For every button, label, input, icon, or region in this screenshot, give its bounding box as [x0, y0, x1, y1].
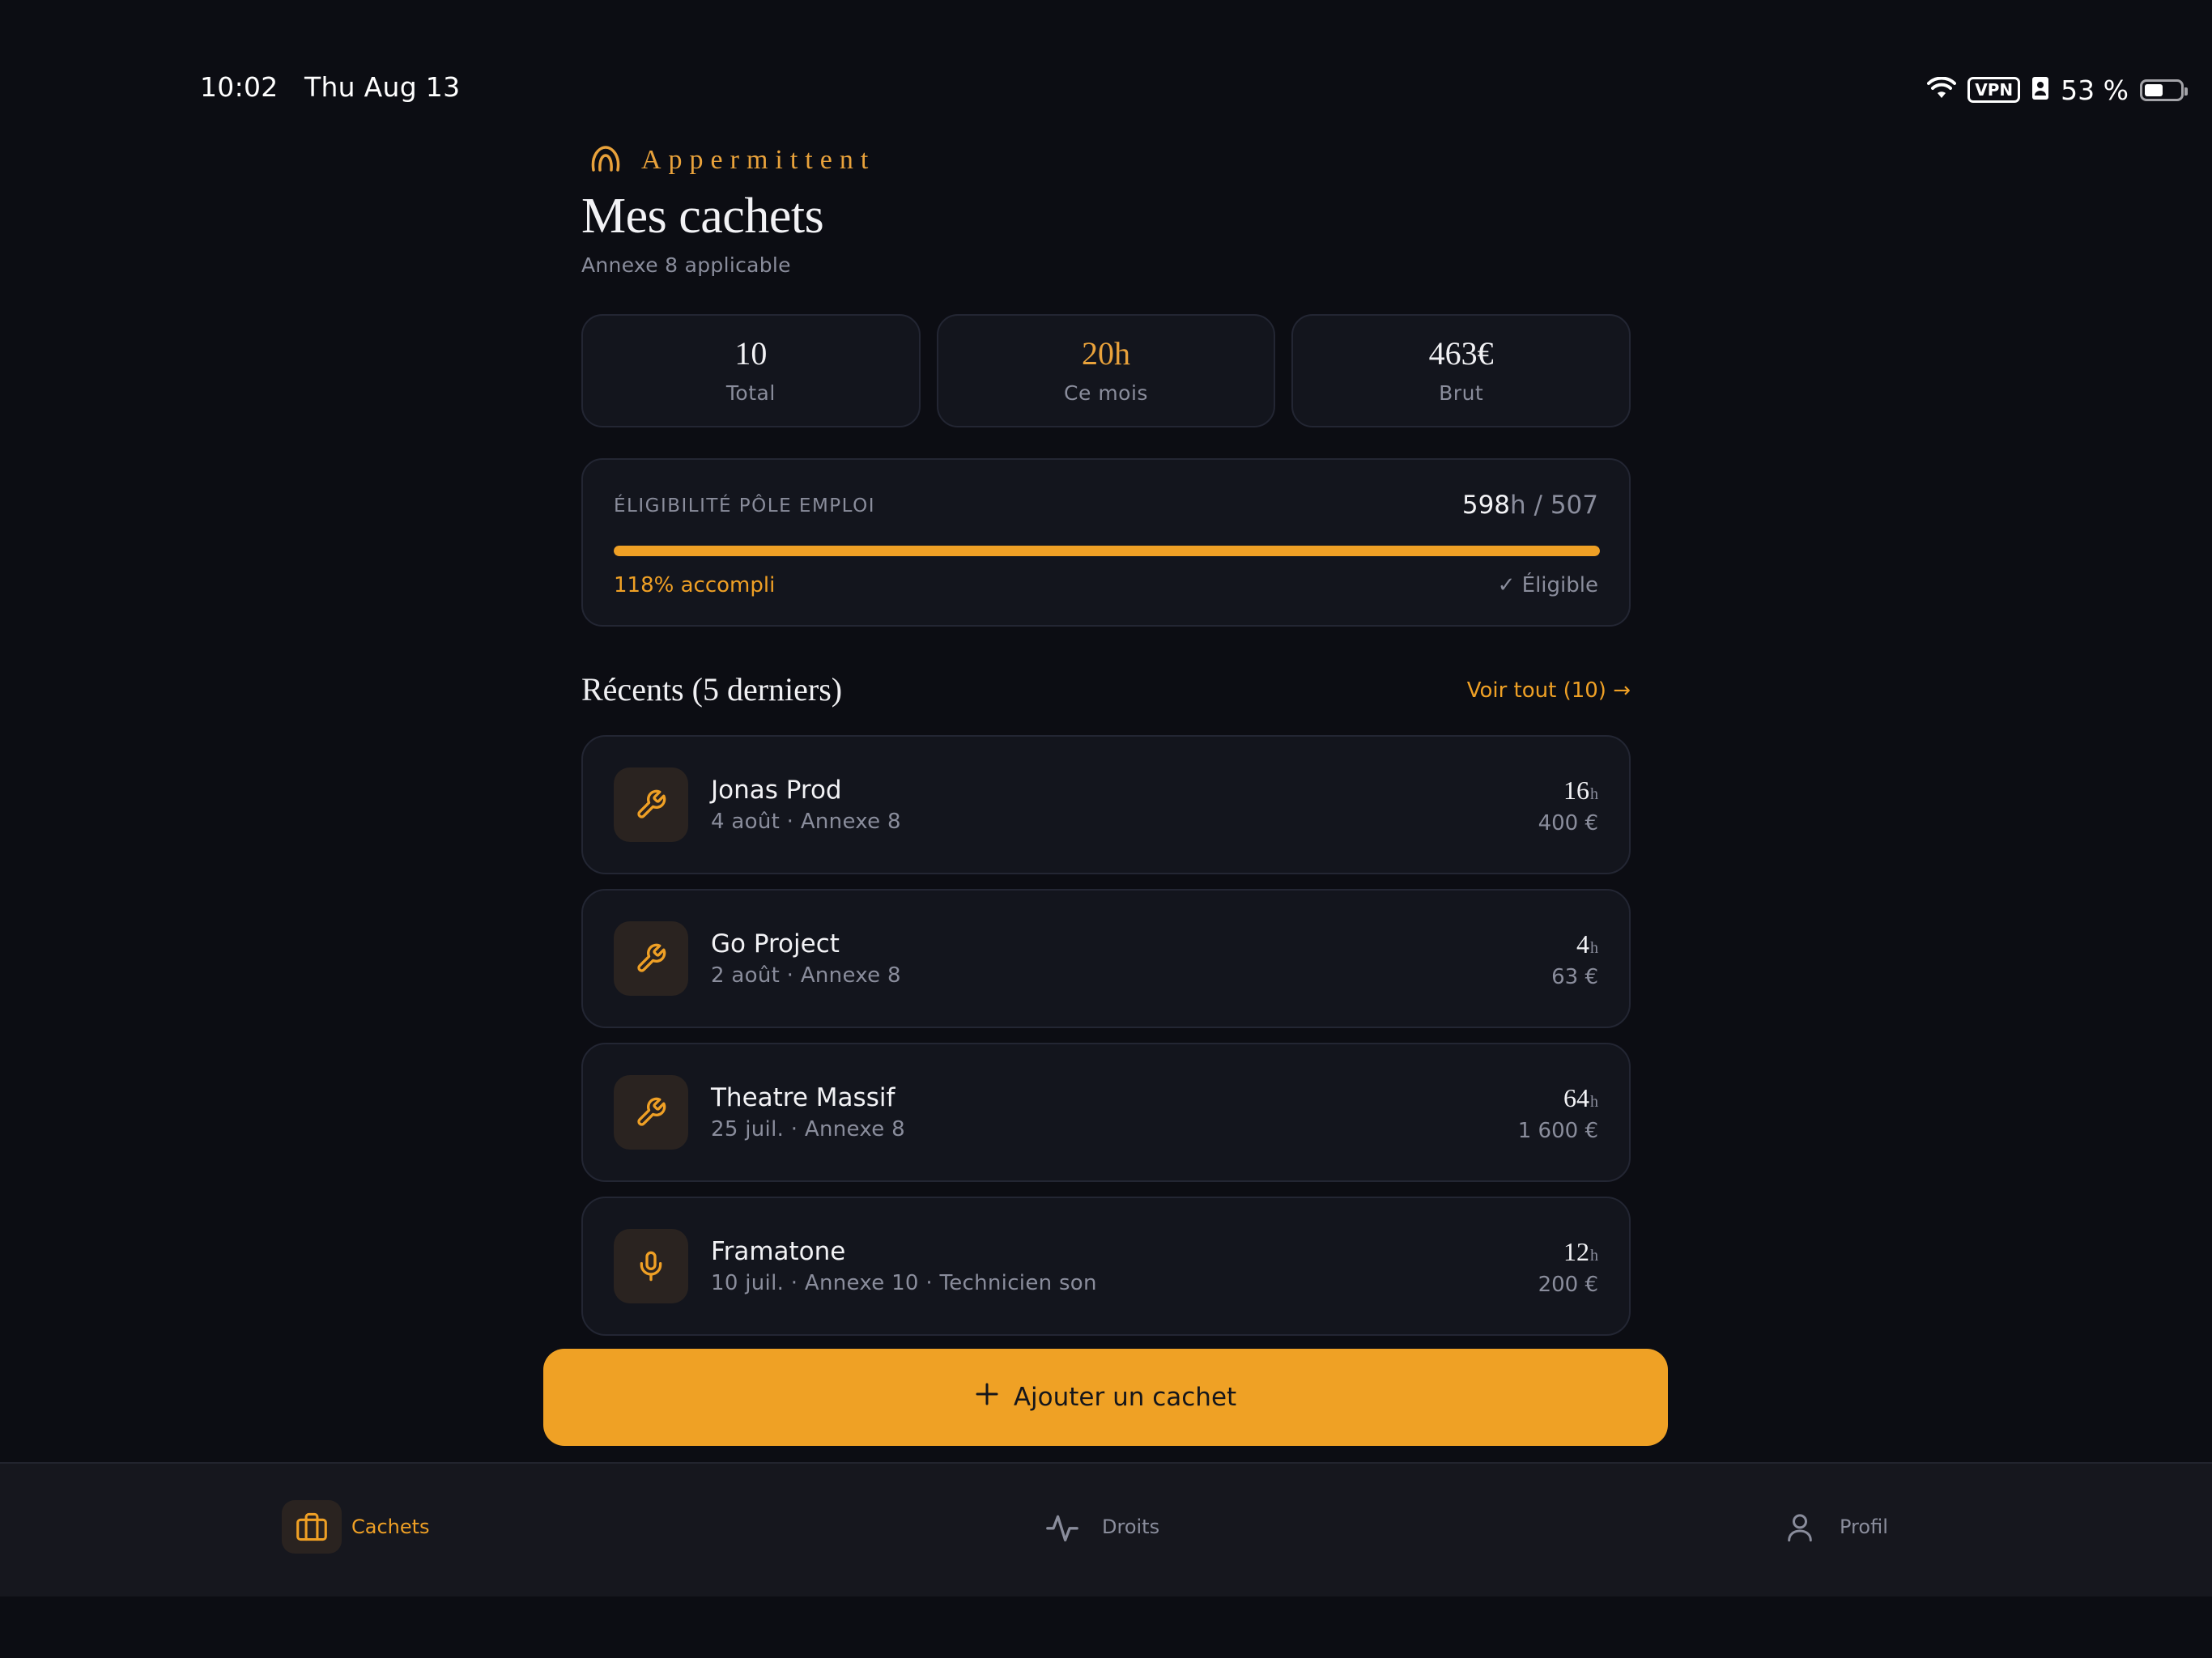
item-hours-unit: h	[1590, 785, 1598, 803]
status-date: Thu Aug 13	[304, 71, 461, 103]
logo-icon	[589, 144, 622, 176]
stats-row: 10 Total 20h Ce mois 463€ Brut	[581, 314, 1631, 427]
item-amount: 1 600 €	[1517, 1119, 1598, 1143]
item-name: Theatre Massif	[711, 1083, 895, 1112]
item-hours-unit: h	[1590, 939, 1598, 957]
item-amount: 200 €	[1538, 1273, 1598, 1297]
wrench-icon	[614, 767, 688, 842]
item-meta: 25 juil. · Annexe 8	[711, 1117, 905, 1141]
battery-icon	[2140, 79, 2188, 101]
stat-value: 10	[734, 334, 768, 372]
eligibility-title: ÉLIGIBILITÉ PÔLE EMPLOI	[614, 495, 876, 517]
status-bar: 10:02 Thu Aug 13 VPN 53 %	[0, 0, 2212, 130]
eligibility-hours: 598h / 507	[1462, 491, 1598, 520]
battery-percent: 53 %	[2061, 74, 2129, 106]
tab-cachets[interactable]: Cachets	[282, 1499, 430, 1554]
item-meta: 2 août · Annexe 8	[711, 963, 901, 988]
item-meta: 4 août · Annexe 8	[711, 810, 901, 834]
stat-label: Brut	[1439, 380, 1484, 405]
stat-card-month: 20h Ce mois	[936, 314, 1276, 427]
item-meta: 10 juil. · Annexe 10 · Technicien son	[711, 1271, 1097, 1295]
main-content: Appermittent Mes cachets Annexe 8 applic…	[581, 138, 1631, 1336]
item-hours: 12h	[1563, 1237, 1598, 1267]
add-cachet-label: Ajouter un cachet	[1013, 1383, 1237, 1412]
brand-header: Appermittent	[581, 138, 1631, 183]
eligibility-progress-bar	[614, 546, 1600, 556]
status-time-date: 10:02 Thu Aug 13	[200, 71, 460, 103]
item-hours-unit: h	[1590, 1093, 1598, 1111]
list-item[interactable]: Go Project 2 août · Annexe 8 4h 63 €	[581, 889, 1631, 1028]
eligibility-percent: 118% accompli	[614, 573, 776, 597]
status-indicators: VPN 53 %	[1927, 71, 2188, 108]
see-all-link[interactable]: Voir tout (10) →	[1467, 678, 1631, 703]
activity-icon	[1032, 1500, 1092, 1554]
item-amount: 63 €	[1551, 965, 1598, 989]
add-cachet-button[interactable]: Ajouter un cachet	[543, 1349, 1668, 1446]
eligibility-hours-target: h / 507	[1510, 491, 1598, 520]
tab-profil[interactable]: Profil	[1770, 1499, 1888, 1554]
item-hours: 64h	[1563, 1083, 1598, 1113]
list-item[interactable]: Theatre Massif 25 juil. · Annexe 8 64h 1…	[581, 1043, 1631, 1182]
page-title: Mes cachets	[581, 189, 824, 244]
list-item[interactable]: Framatone 10 juil. · Annexe 10 · Technic…	[581, 1197, 1631, 1336]
item-hours-value: 64	[1563, 1083, 1589, 1112]
item-hours-value: 4	[1576, 929, 1589, 959]
wifi-icon	[1927, 76, 1957, 103]
list-item[interactable]: Jonas Prod 4 août · Annexe 8 16h 400 €	[581, 735, 1631, 874]
tab-bar: Cachets Droits Profil	[0, 1462, 2212, 1596]
tab-label: Profil	[1840, 1516, 1888, 1538]
stat-value: 463€	[1428, 334, 1494, 372]
wrench-icon	[614, 921, 688, 996]
eligibility-status: ✓ Éligible	[1497, 573, 1598, 597]
item-hours: 4h	[1576, 929, 1598, 959]
eligibility-card: ÉLIGIBILITÉ PÔLE EMPLOI 598h / 507 118% …	[581, 458, 1631, 627]
recent-title: Récents (5 derniers)	[581, 671, 843, 708]
item-amount: 400 €	[1538, 811, 1598, 835]
page-subtitle: Annexe 8 applicable	[581, 253, 791, 277]
item-hours: 16h	[1563, 776, 1598, 806]
microphone-icon	[614, 1229, 688, 1303]
vpn-badge: VPN	[1967, 77, 2021, 103]
wrench-icon	[614, 1075, 688, 1150]
contact-card-icon	[2031, 76, 2049, 104]
item-name: Framatone	[711, 1237, 846, 1266]
stat-label: Total	[725, 380, 776, 405]
item-name: Go Project	[711, 929, 840, 959]
tab-label: Droits	[1102, 1516, 1160, 1538]
status-time: 10:02	[200, 71, 279, 103]
item-hours-value: 16	[1563, 776, 1589, 805]
tab-droits[interactable]: Droits	[1032, 1499, 1159, 1554]
tab-label: Cachets	[351, 1516, 430, 1538]
stat-card-total: 10 Total	[581, 314, 921, 427]
brand-name: Appermittent	[641, 145, 876, 175]
item-hours-value: 12	[1563, 1237, 1589, 1266]
briefcase-icon	[282, 1500, 342, 1554]
stat-value: 20h	[1082, 334, 1130, 372]
item-hours-unit: h	[1590, 1247, 1598, 1265]
eligibility-hours-value: 598	[1461, 491, 1511, 520]
recent-header: Récents (5 derniers) Voir tout (10) →	[581, 665, 1631, 714]
recent-list: Jonas Prod 4 août · Annexe 8 16h 400 € G…	[581, 735, 1631, 1350]
item-name: Jonas Prod	[711, 776, 842, 805]
user-icon	[1770, 1500, 1830, 1554]
stat-label: Ce mois	[1064, 380, 1148, 405]
plus-icon	[975, 1382, 999, 1413]
stat-card-gross: 463€ Brut	[1291, 314, 1631, 427]
eligibility-progress-fill	[614, 546, 1600, 556]
